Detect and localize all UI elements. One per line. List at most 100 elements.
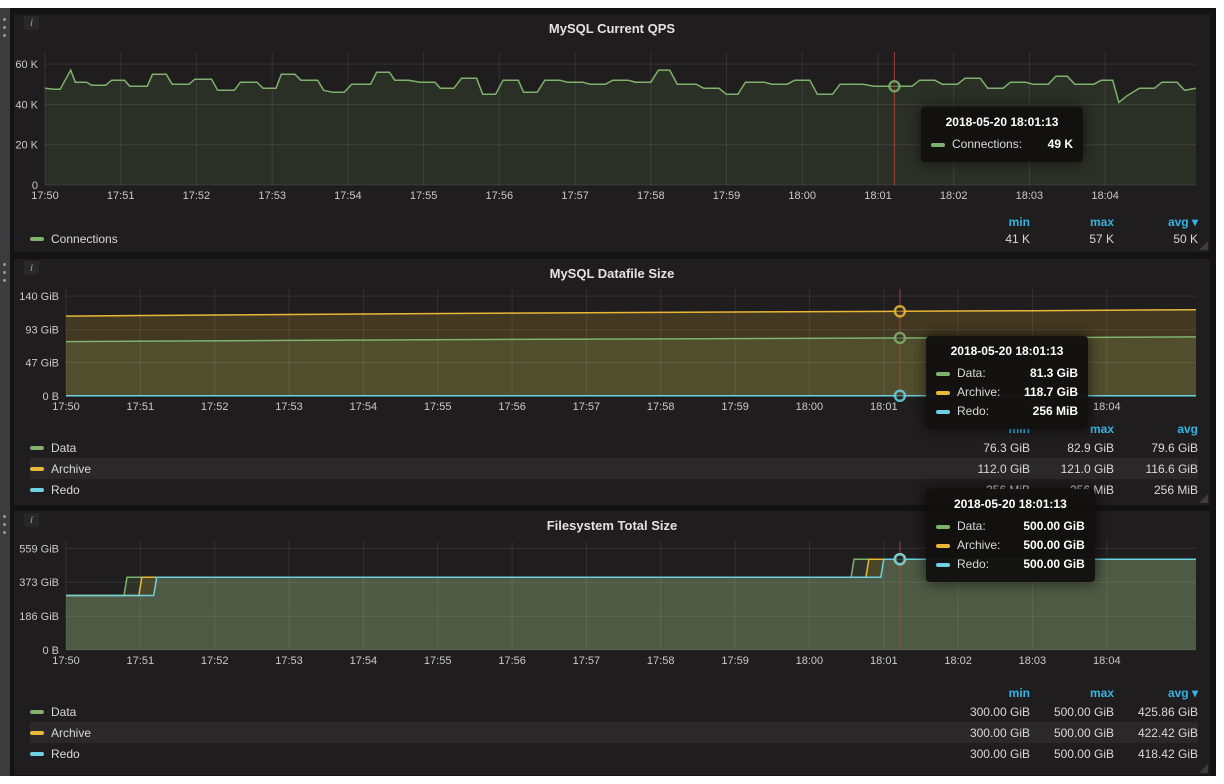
svg-text:17:52: 17:52 <box>183 190 211 202</box>
tooltip-row: Redo: 256 MiB <box>936 402 1078 421</box>
legend-row-redo: Redo 300.00 GiB 500.00 GiB 418.42 GiB <box>30 743 1198 764</box>
series-swatch-icon <box>30 710 44 714</box>
legend-header-max[interactable]: max <box>1030 686 1114 700</box>
tooltip-series-name: Data: <box>957 517 986 536</box>
svg-text:186 GiB: 186 GiB <box>19 611 59 623</box>
svg-text:60 K: 60 K <box>15 59 38 71</box>
svg-text:0 B: 0 B <box>42 645 59 657</box>
svg-text:17:54: 17:54 <box>350 655 378 667</box>
page: i MySQL Current QPS 17:5017:5117:5217:53… <box>0 0 1224 784</box>
svg-text:17:51: 17:51 <box>127 401 155 413</box>
svg-text:17:57: 17:57 <box>573 655 601 667</box>
stat-min: 300.00 GiB <box>946 747 1030 761</box>
svg-text:18:01: 18:01 <box>870 401 898 413</box>
svg-text:18:01: 18:01 <box>870 655 898 667</box>
series-label: Connections <box>51 232 118 246</box>
svg-text:18:02: 18:02 <box>940 190 968 202</box>
stat-avg: 256 MiB <box>1114 483 1198 497</box>
row-drag-handle[interactable] <box>3 263 6 282</box>
stat-avg: 425.86 GiB <box>1114 705 1198 719</box>
series-label: Redo <box>51 483 80 497</box>
legend-series-archive[interactable]: Archive <box>30 726 91 740</box>
panel-resize-handle[interactable] <box>1199 241 1208 250</box>
legend-series-redo[interactable]: Redo <box>30 747 80 761</box>
legend-series-data[interactable]: Data <box>30 705 76 719</box>
svg-text:17:59: 17:59 <box>721 401 749 413</box>
tooltip-series-name: Redo: <box>957 402 989 421</box>
series-label: Archive <box>51 726 91 740</box>
legend-series-connections[interactable]: Connections <box>30 232 118 246</box>
legend-header-avg[interactable]: avg ▾ <box>1114 215 1198 229</box>
svg-text:18:02: 18:02 <box>944 655 972 667</box>
stat-max: 500.00 GiB <box>1030 747 1114 761</box>
row-drag-handle[interactable] <box>3 18 6 37</box>
legend-row-archive: Archive 300.00 GiB 500.00 GiB 422.42 GiB <box>30 722 1198 743</box>
svg-text:18:00: 18:00 <box>796 401 824 413</box>
svg-text:18:01: 18:01 <box>864 190 892 202</box>
panel-resize-handle[interactable] <box>1199 764 1208 773</box>
svg-text:18:04: 18:04 <box>1093 401 1121 413</box>
tooltip-series-name: Archive: <box>957 383 1000 402</box>
svg-text:18:03: 18:03 <box>1016 190 1044 202</box>
legend-header-min[interactable]: min <box>946 686 1030 700</box>
tooltip-row: Archive: 500.00 GiB <box>936 536 1085 555</box>
svg-text:17:51: 17:51 <box>107 190 135 202</box>
stat-max: 57 K <box>1030 232 1114 246</box>
legend-header-avg[interactable]: avg ▾ <box>1114 686 1198 700</box>
svg-text:17:55: 17:55 <box>410 190 438 202</box>
series-label: Data <box>51 705 76 719</box>
legend-header-max[interactable]: max <box>1030 215 1114 229</box>
tooltip-series-name: Archive: <box>957 536 1000 555</box>
stat-avg: 418.42 GiB <box>1114 747 1198 761</box>
svg-text:40 K: 40 K <box>15 99 38 111</box>
panel-resize-handle[interactable] <box>1199 494 1208 503</box>
svg-text:17:52: 17:52 <box>201 401 229 413</box>
tooltip-series-name: Connections: <box>952 135 1022 154</box>
svg-text:17:53: 17:53 <box>275 655 303 667</box>
svg-text:17:56: 17:56 <box>486 190 514 202</box>
legend-series-redo[interactable]: Redo <box>30 483 80 497</box>
svg-text:17:53: 17:53 <box>275 401 303 413</box>
stat-max: 121.0 GiB <box>1030 462 1114 476</box>
legend-header-min[interactable]: min <box>946 215 1030 229</box>
tooltip-series-value: 256 MiB <box>1017 402 1078 421</box>
graph-tooltip: 2018-05-20 18:01:13 Data: 81.3 GiB Archi… <box>926 336 1088 429</box>
tooltip-row: Archive: 118.7 GiB <box>936 383 1078 402</box>
tooltip-row: Connections: 49 K <box>931 135 1073 154</box>
stat-min: 300.00 GiB <box>946 726 1030 740</box>
graph-legend: min max avg ▾ Data 300.00 GiB 500.00 GiB… <box>30 685 1198 764</box>
series-swatch-icon <box>30 446 44 450</box>
tooltip-timestamp: 2018-05-20 18:01:13 <box>936 497 1085 511</box>
stat-min: 76.3 GiB <box>946 441 1030 455</box>
tooltip-series-value: 49 K <box>1032 135 1073 154</box>
tooltip-row: Data: 81.3 GiB <box>936 364 1078 383</box>
svg-text:17:55: 17:55 <box>424 655 452 667</box>
svg-text:17:57: 17:57 <box>573 401 601 413</box>
stat-max: 500.00 GiB <box>1030 726 1114 740</box>
legend-series-archive[interactable]: Archive <box>30 462 91 476</box>
series-swatch-icon <box>936 391 950 395</box>
stat-avg: 50 K <box>1114 232 1198 246</box>
svg-text:17:59: 17:59 <box>721 655 749 667</box>
svg-text:17:54: 17:54 <box>350 401 378 413</box>
tooltip-series-value: 81.3 GiB <box>1014 364 1078 383</box>
svg-text:17:58: 17:58 <box>647 655 675 667</box>
legend-stat-headers: min max avg ▾ <box>30 685 1198 701</box>
legend-row-archive: Archive 112.0 GiB 121.0 GiB 116.6 GiB <box>30 458 1198 479</box>
legend-header-avg[interactable]: avg <box>1114 422 1198 436</box>
graph-legend: min max avg ▾ Connections 41 K 57 K 50 K <box>30 214 1198 248</box>
series-swatch-icon <box>30 467 44 471</box>
stat-max: 82.9 GiB <box>1030 441 1114 455</box>
series-swatch-icon <box>30 752 44 756</box>
row-drag-handle[interactable] <box>3 515 6 534</box>
svg-text:17:52: 17:52 <box>201 655 229 667</box>
tooltip-series-name: Data: <box>957 364 986 383</box>
stat-min: 41 K <box>946 232 1030 246</box>
legend-series-data[interactable]: Data <box>30 441 76 455</box>
tooltip-timestamp: 2018-05-20 18:01:13 <box>936 344 1078 358</box>
tooltip-series-name: Redo: <box>957 555 989 574</box>
svg-text:93 GiB: 93 GiB <box>25 325 59 337</box>
series-swatch-icon <box>30 731 44 735</box>
tooltip-series-value: 118.7 GiB <box>1008 383 1078 402</box>
tooltip-timestamp: 2018-05-20 18:01:13 <box>931 115 1073 129</box>
